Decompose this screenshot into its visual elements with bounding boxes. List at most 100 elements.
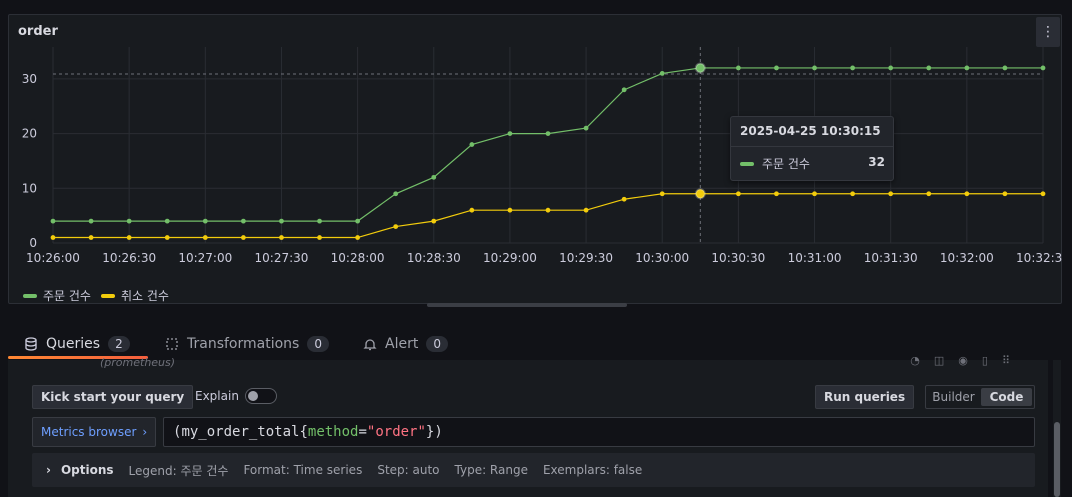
bell-icon [363, 339, 377, 351]
y-tick-label: 10 [22, 181, 37, 195]
data-point [469, 207, 475, 213]
data-point [88, 218, 94, 224]
x-tick-label: 10:26:30 [102, 251, 156, 265]
hover-point-0 [694, 62, 706, 74]
x-tick-label: 10:30:30 [711, 251, 765, 265]
data-point [240, 235, 246, 240]
data-point [507, 131, 513, 136]
data-point [621, 196, 627, 202]
data-point [202, 218, 208, 224]
mode-code[interactable]: Code [981, 388, 1032, 406]
chevron-right-icon: › [142, 425, 148, 439]
query-options[interactable]: › Options Legend: 주문 건수 Format: Time ser… [32, 453, 1035, 487]
data-point [964, 65, 970, 71]
data-point [126, 218, 132, 224]
explain-label: Explain [195, 389, 239, 403]
metrics-browser-button[interactable]: Metrics browser › [32, 417, 157, 447]
data-point [735, 191, 741, 197]
data-point [355, 235, 361, 240]
x-tick-label: 10:27:30 [255, 251, 309, 265]
data-point [812, 65, 817, 71]
explain-toggle[interactable] [245, 388, 277, 404]
option-format: Format: Time series [243, 463, 363, 477]
data-point [50, 218, 56, 224]
chevron-right-icon: › [46, 463, 51, 477]
series-line-0 [53, 67, 1043, 222]
options-toggle[interactable]: › Options [46, 463, 114, 477]
legend-swatch-cancels [100, 293, 115, 298]
tooltip-series-value: 32 [868, 155, 885, 169]
data-point [735, 65, 741, 71]
data-point [279, 218, 284, 224]
data-point [355, 218, 361, 224]
x-tick-label: 10:29:30 [559, 251, 613, 265]
query-editor: (prometheus) ◔◫◉▯⠿ Kick start your query… [8, 354, 1048, 497]
x-tick-label: 10:31:00 [788, 251, 842, 265]
data-point [545, 131, 551, 136]
option-legend: Legend: 주문 건수 [128, 463, 229, 478]
data-point [1002, 65, 1008, 71]
y-tick-label: 20 [22, 127, 37, 141]
line-chart[interactable]: 0 10 20 30 10:26:00 10:26:30 10:27:00 10:27:30 1… [9, 15, 1063, 285]
tab-queries-label: Queries [46, 336, 101, 352]
database-icon [25, 337, 37, 351]
kick-start-button[interactable]: Kick start your query [32, 385, 194, 409]
query-metric: my_order_total [181, 424, 300, 440]
pane-resize-handle[interactable] [427, 303, 627, 307]
tab-alert[interactable]: Alert 0 [363, 330, 448, 358]
data-point [926, 65, 932, 71]
time-series-panel: order ⋮ 0 10 20 30 10:26:00 10:26:30 10:27:00 1… [8, 14, 1063, 304]
data-point [583, 125, 589, 131]
data-point [774, 65, 779, 71]
data-point [850, 191, 856, 197]
tab-alert-count: 0 [426, 336, 448, 352]
x-tick-label: 10:27:00 [178, 251, 232, 265]
query-row-actions[interactable]: ◔◫◉▯⠿ [910, 354, 1024, 367]
data-point [317, 235, 322, 240]
data-point [88, 235, 94, 240]
query-code-input[interactable]: (my_order_total{method = "order"}) [163, 417, 1035, 447]
legend-label-orders: 주문 건수 [43, 289, 91, 303]
data-point [1040, 191, 1046, 197]
x-tick-label: 10:32:00 [940, 251, 994, 265]
legend-item-orders[interactable]: 주문 건수 [23, 287, 91, 304]
data-point [888, 65, 894, 71]
tooltip-series-label: 주문 건수 [762, 157, 810, 171]
run-queries-button[interactable]: Run queries [815, 385, 915, 409]
x-tick-label: 10:32:30 [1016, 251, 1063, 265]
data-point [621, 87, 627, 93]
data-point [279, 235, 284, 240]
data-point [393, 191, 399, 197]
data-point [1040, 65, 1046, 71]
tab-queries[interactable]: Queries 2 [24, 330, 130, 358]
scrollbar-thumb[interactable] [1054, 422, 1060, 497]
legend-item-cancels[interactable]: 취소 건수 [100, 287, 169, 304]
tooltip-divider [731, 146, 893, 147]
tooltip-series-swatch [740, 162, 754, 166]
data-point [164, 218, 170, 224]
option-step: Step: auto [377, 463, 440, 477]
data-point [507, 207, 513, 213]
data-point [545, 207, 551, 213]
tooltip-time: 2025-04-25 10:30:15 [740, 124, 881, 138]
transform-icon [166, 338, 178, 350]
data-point [393, 224, 399, 229]
data-point [431, 174, 437, 180]
mode-builder[interactable]: Builder [928, 388, 979, 406]
data-point [659, 191, 665, 197]
data-point [659, 71, 665, 76]
tab-transformations-label: Transformations [187, 336, 300, 352]
editor-mode-switch: Builder Code [925, 385, 1035, 409]
tab-transformations[interactable]: Transformations 0 [165, 330, 329, 358]
y-tick-label: 0 [29, 236, 37, 250]
data-point [888, 191, 894, 197]
chart-legend: 주문 건수 취소 건수 [23, 287, 169, 304]
option-exemplars: Exemplars: false [542, 463, 643, 477]
editor-scrollbar[interactable] [1053, 360, 1061, 497]
data-point [240, 218, 246, 224]
x-tick-label: 10:31:30 [864, 251, 918, 265]
query-label-key: method [307, 424, 359, 440]
data-point [964, 191, 970, 197]
data-point [812, 191, 817, 197]
x-tick-label: 10:29:00 [483, 251, 537, 265]
